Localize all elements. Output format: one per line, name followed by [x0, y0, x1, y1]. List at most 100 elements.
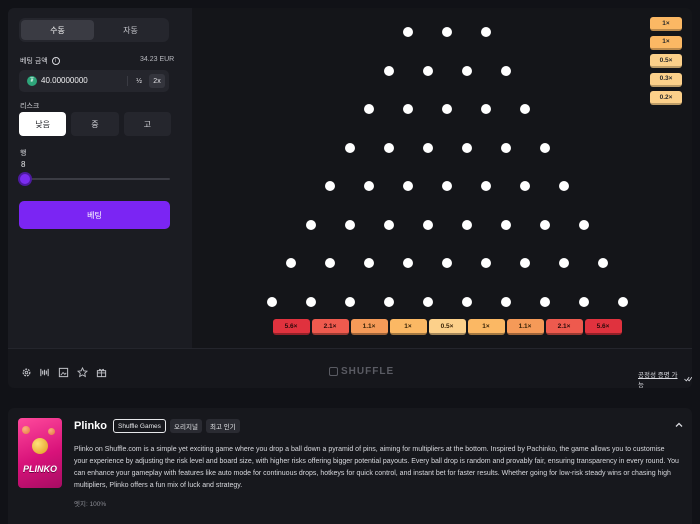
plinko-pin [442, 181, 452, 191]
plinko-pin [364, 181, 374, 191]
tag-original[interactable]: 오리지널 [170, 419, 202, 433]
plinko-pin [461, 142, 472, 153]
plinko-pin [539, 296, 550, 307]
stats-icon[interactable] [38, 366, 50, 378]
plinko-pin [520, 104, 530, 114]
shuffle-logo: SHUFFLE [329, 366, 394, 377]
risk-selector: 낮음 중 고 [19, 112, 171, 136]
chevron-up-icon[interactable] [674, 420, 684, 430]
plinko-pin [422, 142, 433, 153]
provably-fair-link[interactable]: 공정성 증명 가능 [638, 369, 692, 388]
thumbnail-ball [32, 438, 48, 454]
tag-popular[interactable]: 최고 인기 [206, 419, 240, 433]
plinko-pin [481, 27, 491, 37]
tab-auto[interactable]: 자동 [94, 20, 167, 40]
plinko-pin [266, 296, 277, 307]
plinko-pin [305, 219, 316, 230]
plinko-pin [481, 181, 491, 191]
plinko-pin [422, 296, 433, 307]
shuffle-logo-icon [329, 367, 338, 376]
plinko-pin [442, 104, 452, 114]
recent-result: 1× [650, 35, 682, 50]
plinko-pin [481, 104, 491, 114]
plinko-pin [578, 219, 589, 230]
plinko-pin [461, 65, 472, 76]
double-bet-button[interactable]: 2x [149, 74, 165, 88]
plinko-pin [500, 65, 511, 76]
multiplier-slot: 2.1× [545, 319, 583, 335]
plinko-pin [344, 142, 355, 153]
plinko-pin [520, 181, 530, 191]
page: 수동 자동 베팅 금액 i 34.23 EUR ₮ 40.00000000 ½ … [0, 0, 700, 524]
plinko-pin [403, 27, 413, 37]
plinko-pin [442, 258, 452, 268]
rows-slider-thumb[interactable] [20, 174, 30, 184]
plinko-pin [442, 27, 452, 37]
plinko-pin [461, 219, 472, 230]
rows-slider-track[interactable] [22, 178, 170, 180]
plinko-thumbnail: PLINKO [18, 418, 62, 488]
bet-amount-input[interactable]: ₮ 40.00000000 ½ 2x [19, 70, 169, 92]
gift-icon[interactable] [95, 366, 107, 378]
risk-medium-button[interactable]: 중 [71, 112, 119, 136]
plinko-pin [422, 65, 433, 76]
thumbnail-title: PLINKO [22, 464, 57, 474]
plinko-pin [364, 104, 374, 114]
plinko-pin [500, 142, 511, 153]
game-info-panel: PLINKO Plinko Shuffle Games 오리지널 최고 인기 P… [8, 408, 692, 524]
bet-controls-panel: 수동 자동 베팅 금액 i 34.23 EUR ₮ 40.00000000 ½ … [8, 8, 192, 348]
divider [127, 76, 128, 86]
bet-button[interactable]: 베팅 [19, 201, 170, 229]
half-bet-button[interactable]: ½ [131, 74, 147, 88]
star-icon[interactable] [76, 366, 88, 378]
info-icon[interactable]: i [51, 57, 60, 66]
multiplier-slot: 0.5× [428, 319, 466, 335]
plinko-pin [578, 296, 589, 307]
plinko-pin [344, 219, 355, 230]
multiplier-slot: 2.1× [311, 319, 349, 335]
plinko-pin [520, 258, 530, 268]
recent-result: 0.3× [650, 72, 682, 87]
plinko-pin [559, 258, 569, 268]
plinko-pin [383, 142, 394, 153]
thumbnail-ball [22, 426, 30, 434]
mode-toggle: 수동 자동 [19, 18, 169, 42]
tag-provider[interactable]: Shuffle Games [113, 419, 166, 433]
bet-amount-label-text: 베팅 금액 [20, 58, 48, 65]
recent-result: 1× [650, 17, 682, 31]
plinko-pin [481, 258, 491, 268]
plinko-pin [383, 65, 394, 76]
multiplier-slot: 1× [467, 319, 505, 335]
risk-high-button[interactable]: 고 [123, 112, 171, 136]
plinko-pin [364, 258, 374, 268]
recent-result: 0.2× [650, 91, 682, 105]
multiplier-slot: 5.6× [584, 319, 622, 335]
bet-amount-value[interactable]: 40.00000000 [41, 76, 88, 85]
multiplier-slot: 1.1× [506, 319, 544, 335]
plinko-pin [325, 181, 335, 191]
plinko-pin [403, 258, 413, 268]
plinko-pin [286, 258, 296, 268]
plinko-pin [403, 104, 413, 114]
settings-icon[interactable] [20, 366, 32, 378]
house-edge: 엣지: 100% [74, 501, 107, 508]
plinko-pin [500, 219, 511, 230]
plinko-pin [461, 296, 472, 307]
plinko-pin [559, 181, 569, 191]
game-title: Plinko [74, 420, 108, 432]
plinko-pin [305, 296, 316, 307]
provably-fair-text[interactable]: 공정성 증명 가능 [638, 369, 681, 388]
image-icon[interactable] [57, 366, 69, 378]
check-icon [683, 376, 692, 382]
plinko-pin [598, 258, 608, 268]
usdt-coin-icon: ₮ [27, 76, 37, 86]
rows-label: 행 [20, 150, 27, 157]
shuffle-logo-text: SHUFFLE [341, 366, 395, 377]
risk-low-button[interactable]: 낮음 [19, 112, 67, 136]
plinko-pin [383, 219, 394, 230]
tab-manual[interactable]: 수동 [21, 20, 94, 40]
plinko-pin [344, 296, 355, 307]
risk-label: 리스크 [20, 103, 40, 110]
plinko-pin [539, 219, 550, 230]
game-description: Plinko on Shuffle.com is a simple yet ex… [74, 446, 679, 489]
